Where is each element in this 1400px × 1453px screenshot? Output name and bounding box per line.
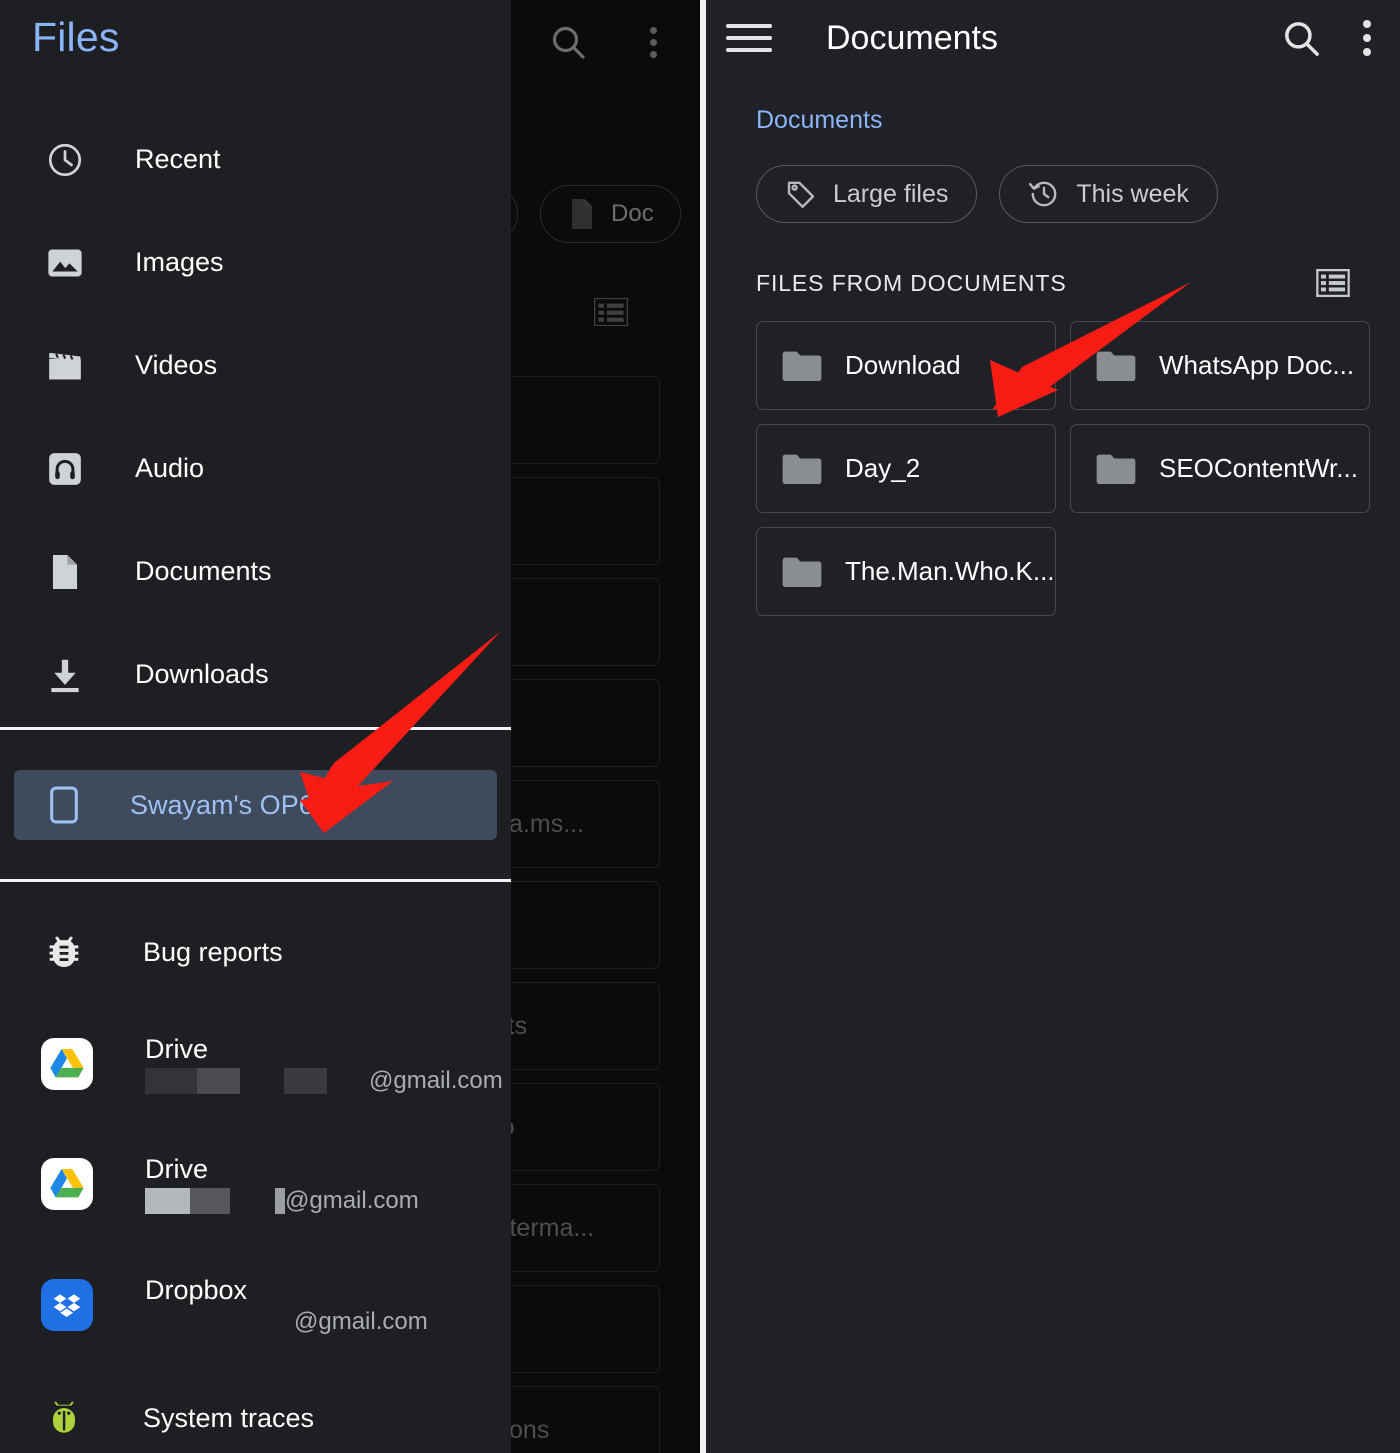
phone-icon: [47, 785, 81, 825]
kebab-menu-icon[interactable]: [1358, 17, 1376, 59]
folder-name: WhatsApp Doc...: [1159, 350, 1354, 381]
sidebar-item-audio[interactable]: Audio: [0, 417, 511, 520]
folder-name: The.Man.Who.K...: [845, 556, 1055, 587]
drawer-nav-list: Recent Images: [0, 108, 511, 726]
document-icon: [567, 197, 597, 231]
sidebar-item-label: Recent: [135, 144, 221, 175]
sidebar-item-documents[interactable]: Documents: [0, 520, 511, 623]
dimmed-chip-documents[interactable]: Doc: [540, 185, 681, 243]
folder-card-whatsapp-documents[interactable]: WhatsApp Doc...: [1070, 321, 1370, 410]
left-pane-files-drawer-open: leos Doc ooks: [0, 0, 700, 1453]
folder-card-the-man-who-k[interactable]: The.Man.Who.K...: [756, 527, 1056, 616]
sidebar-item-label: Images: [135, 247, 224, 278]
breadcrumb[interactable]: Documents: [756, 106, 1400, 135]
sidebar-item-label: Drive: [145, 1033, 503, 1066]
app-screen: leos Doc ooks: [0, 0, 1400, 1453]
redaction-block: [275, 1188, 285, 1214]
folder-icon: [781, 349, 823, 383]
document-icon: [46, 553, 84, 591]
folder-icon: [1095, 349, 1137, 383]
hamburger-menu-icon[interactable]: [726, 21, 772, 55]
movie-clapper-icon: [46, 347, 84, 385]
sidebar-item-label: Audio: [135, 453, 204, 484]
headphones-icon: [46, 450, 84, 488]
drawer-divider-top: [0, 727, 511, 730]
folder-card-day-2[interactable]: Day_2: [756, 424, 1056, 513]
sidebar-item-label: Documents: [135, 556, 272, 587]
clock-icon: [46, 141, 84, 179]
sidebar-item-dropbox-account[interactable]: Dropbox @gmail.com: [0, 1244, 511, 1366]
drawer-bottom-list: Bug reports Drive: [0, 900, 511, 1453]
bug-report-icon: [41, 929, 87, 975]
image-icon: [46, 244, 84, 282]
kebab-menu-icon[interactable]: [644, 22, 662, 62]
sidebar-item-drive-account-1[interactable]: Drive @gmail.com: [0, 1004, 511, 1124]
navigation-drawer: Files Recent: [0, 0, 511, 1453]
sidebar-item-downloads[interactable]: Downloads: [0, 623, 511, 726]
sidebar-item-videos[interactable]: Videos: [0, 314, 511, 417]
sidebar-item-label: Drive: [145, 1153, 419, 1186]
sidebar-item-device-swayams-op6t[interactable]: Swayam's OP6T: [14, 770, 497, 840]
sidebar-item-subtitle-text: @gmail.com: [285, 1188, 419, 1214]
sidebar-item-label: Bug reports: [143, 936, 283, 969]
filter-chip-large-files[interactable]: Large files: [756, 165, 977, 223]
filter-chip-label: Large files: [833, 180, 948, 209]
redaction-block: [145, 1188, 190, 1214]
sidebar-item-subtitle-text: @gmail.com: [294, 1309, 428, 1335]
search-icon[interactable]: [548, 22, 588, 62]
page-title: Documents: [826, 19, 998, 58]
download-icon: [46, 656, 84, 694]
page-title: Files: [32, 14, 120, 61]
google-drive-icon: [41, 1038, 93, 1090]
redaction-block: [197, 1068, 240, 1094]
filter-chip-this-week[interactable]: This week: [999, 165, 1218, 223]
sidebar-item-recent[interactable]: Recent: [0, 108, 511, 211]
drawer-divider-bottom: [0, 879, 511, 882]
folder-icon: [781, 452, 823, 486]
folder-name: SEOContentWr...: [1159, 453, 1358, 484]
list-view-icon[interactable]: [1316, 269, 1350, 297]
list-view-icon[interactable]: [594, 298, 628, 326]
sidebar-item-drive-account-2[interactable]: Drive @gmail.com: [0, 1124, 511, 1244]
dropbox-icon: [41, 1279, 93, 1331]
sidebar-item-subtitle: @gmail.com: [145, 1068, 503, 1094]
folder-card-seocontentwriting[interactable]: SEOContentWr...: [1070, 424, 1370, 513]
section-title: FILES FROM DOCUMENTS: [756, 270, 1067, 297]
sidebar-item-label: System traces: [143, 1402, 314, 1435]
sidebar-item-label: Dropbox: [145, 1274, 428, 1307]
folder-icon: [781, 555, 823, 589]
history-clock-icon: [1028, 178, 1060, 210]
folder-grid: Download WhatsApp Doc... Day_2 SEOConten…: [756, 321, 1370, 616]
sidebar-item-bug-reports[interactable]: Bug reports: [0, 900, 511, 1004]
sidebar-item-label: Videos: [135, 350, 217, 381]
tag-icon: [785, 178, 817, 210]
sidebar-item-label: Downloads: [135, 659, 269, 690]
folder-name: Day_2: [845, 453, 920, 484]
sidebar-item-images[interactable]: Images: [0, 211, 511, 314]
sidebar-item-subtitle: @gmail.com: [145, 1188, 419, 1214]
redaction-block: [145, 1068, 197, 1094]
sidebar-item-label: Swayam's OP6T: [130, 790, 330, 821]
sidebar-item-system-traces[interactable]: System traces: [0, 1366, 511, 1453]
search-icon[interactable]: [1280, 17, 1322, 59]
right-pane-documents-browser: Documents Documents Large files: [706, 0, 1400, 1453]
redaction-block: [284, 1068, 327, 1094]
folder-name: Download: [845, 350, 961, 381]
sidebar-item-subtitle-text: @gmail.com: [369, 1068, 503, 1094]
redaction-block: [190, 1188, 230, 1214]
filter-chip-label: This week: [1076, 180, 1189, 209]
google-drive-icon: [41, 1158, 93, 1210]
dimmed-chip-label-documents: Doc: [611, 200, 654, 228]
app-toolbar: Documents: [706, 0, 1400, 76]
folder-icon: [1095, 452, 1137, 486]
folder-card-download[interactable]: Download: [756, 321, 1056, 410]
filter-chip-row: Large files This week: [756, 165, 1400, 223]
android-bug-icon: [41, 1395, 87, 1441]
sidebar-item-subtitle: @gmail.com: [145, 1309, 428, 1335]
section-header: FILES FROM DOCUMENTS: [756, 269, 1350, 297]
